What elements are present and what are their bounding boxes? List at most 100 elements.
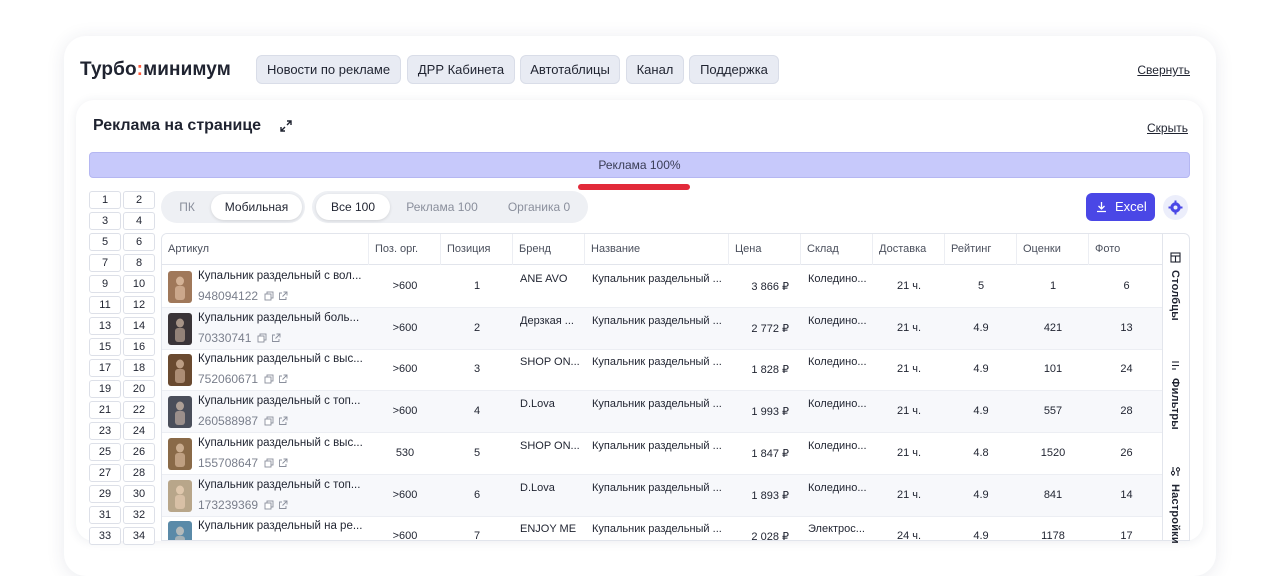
position-cell[interactable]: 34 — [123, 527, 155, 545]
copy-icon[interactable] — [264, 416, 274, 426]
product-thumbnail[interactable] — [168, 479, 192, 512]
table-row[interactable]: Купальник раздельный с топ... 173239369 >6… — [162, 474, 1162, 517]
position-cell[interactable]: 11 — [89, 296, 121, 314]
tab-mobile[interactable]: Мобильная — [211, 194, 302, 220]
product-thumbnail[interactable] — [168, 354, 192, 387]
table-row[interactable]: Купальник раздельный с вол... 948094122 >6… — [162, 266, 1162, 308]
expand-icon[interactable] — [280, 120, 292, 132]
cell-price: 3 866 ₽ — [751, 281, 789, 293]
nav-button-ads-news[interactable]: Новости по рекламе — [256, 55, 401, 84]
tab-all[interactable]: Все 100 — [316, 194, 390, 220]
copy-icon[interactable] — [264, 500, 274, 510]
product-thumbnail[interactable] — [168, 271, 192, 303]
position-cell[interactable]: 17 — [89, 359, 121, 377]
position-cell[interactable]: 15 — [89, 338, 121, 356]
position-cell[interactable]: 31 — [89, 506, 121, 524]
position-cell[interactable]: 25 — [89, 443, 121, 461]
cell-rating: 5 — [977, 280, 985, 292]
copy-icon[interactable] — [257, 333, 267, 343]
position-cell[interactable]: 2 — [123, 191, 155, 209]
col-photos[interactable]: Фото — [1089, 234, 1162, 265]
position-cell[interactable]: 26 — [123, 443, 155, 461]
copy-icon[interactable] — [264, 291, 274, 301]
position-cell[interactable]: 28 — [123, 464, 155, 482]
side-tab-columns[interactable]: Столбцы — [1169, 270, 1181, 321]
side-tab-settings[interactable]: Настройки — [1169, 484, 1181, 544]
product-name[interactable]: Купальник раздельный с топ... — [198, 479, 368, 491]
position-cell[interactable]: 29 — [89, 485, 121, 503]
col-article[interactable]: Артикул — [162, 234, 369, 265]
tab-organic[interactable]: Органика 0 — [494, 194, 584, 220]
external-link-icon[interactable] — [278, 416, 288, 426]
col-rating[interactable]: Рейтинг — [945, 234, 1017, 265]
position-cell[interactable]: 9 — [89, 275, 121, 293]
external-link-icon[interactable] — [278, 500, 288, 510]
external-link-icon[interactable] — [271, 333, 281, 343]
external-link-icon[interactable] — [278, 291, 288, 301]
col-organic-position[interactable]: Поз. орг. — [369, 234, 441, 265]
collapse-link[interactable]: Свернуть — [1137, 63, 1190, 77]
col-stock[interactable]: Склад — [801, 234, 873, 265]
position-cell[interactable]: 23 — [89, 422, 121, 440]
col-price[interactable]: Цена — [729, 234, 801, 265]
nav-button-support[interactable]: Поддержка — [689, 55, 779, 84]
position-cell[interactable]: 8 — [123, 254, 155, 272]
product-name[interactable]: Купальник раздельный с выс... — [198, 437, 368, 449]
excel-export-button[interactable]: Excel — [1086, 193, 1155, 221]
position-cell[interactable]: 4 — [123, 212, 155, 230]
table-row[interactable]: Купальник раздельный на ре... >600 7 ENJOY … — [162, 516, 1162, 540]
position-cell[interactable]: 27 — [89, 464, 121, 482]
table-row[interactable]: Купальник раздельный с топ... 260588987 >6… — [162, 391, 1162, 434]
product-name[interactable]: Купальник раздельный на ре... — [198, 520, 368, 532]
position-cell[interactable]: 3 — [89, 212, 121, 230]
product-name[interactable]: Купальник раздельный с выс... — [198, 353, 368, 365]
settings-button[interactable] — [1163, 195, 1188, 220]
copy-icon[interactable] — [264, 458, 274, 468]
cell-title: Купальник раздельный ... — [592, 523, 722, 536]
nav-button-channel[interactable]: Канал — [626, 55, 684, 84]
nav-button-drr[interactable]: ДРР Кабинета — [407, 55, 515, 84]
col-reviews[interactable]: Оценки — [1017, 234, 1089, 265]
position-cell[interactable]: 16 — [123, 338, 155, 356]
position-cell[interactable]: 19 — [89, 380, 121, 398]
hide-link[interactable]: Скрыть — [1147, 121, 1188, 135]
external-link-icon[interactable] — [278, 458, 288, 468]
col-title[interactable]: Название — [585, 234, 729, 265]
position-cell[interactable]: 21 — [89, 401, 121, 419]
position-cell[interactable]: 32 — [123, 506, 155, 524]
product-name[interactable]: Купальник раздельный боль... — [198, 312, 368, 324]
position-cell[interactable]: 5 — [89, 233, 121, 251]
position-cell[interactable]: 30 — [123, 485, 155, 503]
table-row[interactable]: Купальник раздельный с выс... 155708647 53… — [162, 433, 1162, 475]
col-position[interactable]: Позиция — [441, 234, 513, 265]
position-cell[interactable]: 33 — [89, 527, 121, 545]
product-name[interactable]: Купальник раздельный с топ... — [198, 395, 368, 407]
tab-ads[interactable]: Реклама 100 — [392, 194, 492, 220]
tab-desktop[interactable]: ПК — [165, 194, 209, 220]
product-thumbnail[interactable] — [168, 521, 192, 540]
position-cell[interactable]: 7 — [89, 254, 121, 272]
position-cell[interactable]: 12 — [123, 296, 155, 314]
product-name[interactable]: Купальник раздельный с вол... — [198, 270, 368, 282]
product-thumbnail[interactable] — [168, 437, 192, 470]
position-cell[interactable]: 24 — [123, 422, 155, 440]
position-cell[interactable]: 18 — [123, 359, 155, 377]
product-thumbnail[interactable] — [168, 396, 192, 429]
position-cell[interactable]: 22 — [123, 401, 155, 419]
table-row[interactable]: Купальник раздельный с выс... 752060671 >6… — [162, 349, 1162, 392]
table-row[interactable]: Купальник раздельный боль... 70330741 >600… — [162, 307, 1162, 350]
product-thumbnail[interactable] — [168, 312, 192, 345]
position-cell[interactable]: 6 — [123, 233, 155, 251]
col-delivery[interactable]: Доставка — [873, 234, 945, 265]
nav-button-autotables[interactable]: Автотаблицы — [520, 55, 620, 84]
col-brand[interactable]: Бренд — [513, 234, 585, 265]
cell-price: 1 847 ₽ — [751, 447, 789, 460]
position-cell[interactable]: 14 — [123, 317, 155, 335]
position-cell[interactable]: 10 — [123, 275, 155, 293]
position-cell[interactable]: 1 — [89, 191, 121, 209]
side-tab-filters[interactable]: Фильтры — [1169, 378, 1181, 430]
position-cell[interactable]: 20 — [123, 380, 155, 398]
position-cell[interactable]: 13 — [89, 317, 121, 335]
external-link-icon[interactable] — [278, 374, 288, 384]
copy-icon[interactable] — [264, 374, 274, 384]
